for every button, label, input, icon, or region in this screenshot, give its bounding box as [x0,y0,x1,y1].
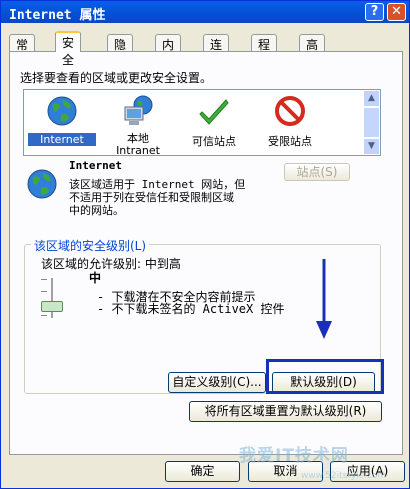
zone-title: Internet [69,159,122,172]
window-title: Internet 属性 [9,8,106,23]
annotation-arrow-icon [316,259,332,339]
selected-zone-globe-icon [27,169,57,199]
annotation-highlight-box [266,359,384,394]
watermark-logo: 我爱IT技术网 [239,446,349,466]
custom-level-button[interactable]: 自定义级别(C)... [168,372,266,393]
watermark-url: www.52itstyle.com [301,471,387,481]
title-bar: Internet 属性 ? ✕ [1,1,409,23]
zone-intranet-label: 本地 Intranet [104,133,172,157]
reset-all-zones-button[interactable]: 将所有区域重置为默认级别(R) [189,401,382,422]
zone-internet[interactable]: Internet [28,94,96,146]
tab-connections[interactable]: 连接 [203,34,230,69]
security-slider-track[interactable] [51,278,53,318]
intranet-computer-icon [124,95,153,125]
scroll-thumb[interactable] [363,107,380,138]
zone-description-line: 中的网站。 [69,204,124,217]
slider-tick [41,291,47,292]
tab-privacy[interactable]: 隐私 [107,34,134,69]
help-button[interactable]: ? [365,3,384,21]
zone-restricted-sites[interactable]: 受限站点 [256,94,324,149]
security-slider-thumb[interactable] [41,301,63,312]
zone-trusted-sites[interactable]: 可信站点 [180,94,248,149]
zone-intranet-label-line2: Intranet [116,144,160,157]
tab-general[interactable]: 常规 [9,34,36,69]
internet-properties-window: Internet 属性 ? ✕ 常规 安全 隐私 内容 连接 程序 高级 选择要… [0,0,410,489]
prohibited-icon [275,96,305,126]
instruction-text: 选择要查看的区域或更改安全设置。 [20,71,213,85]
security-level-name: 中 [89,271,102,285]
security-level-group-label: 该区域的安全级别(L) [31,237,150,254]
scroll-down-icon[interactable]: ▼ [363,138,380,155]
zone-trusted-label: 可信站点 [192,135,236,148]
zone-description-line: 不适用于列在受信任和受限制区域 [69,191,234,204]
slider-tick [41,315,47,316]
tab-advanced[interactable]: 高级 [299,34,326,69]
tab-programs[interactable]: 程序 [251,34,278,69]
zone-internet-label: Internet [28,133,96,146]
scroll-up-icon[interactable]: ▲ [363,90,380,107]
globe-icon [47,96,77,126]
zone-local-intranet[interactable]: 本地 Intranet [104,94,172,157]
zone-description: 该区域适用于 Internet 网站，但 不适用于列在受信任和受限制区域 中的网… [69,178,289,217]
slider-tick [41,279,47,280]
zone-restricted-label: 受限站点 [268,135,312,148]
green-check-icon [199,99,229,125]
allowed-level-text: 该区域的允许级别: 中到高 [41,257,181,271]
sites-button[interactable]: 站点(S) [284,163,350,181]
zone-list-scrollbar[interactable]: ▲ ▼ [363,90,380,155]
tab-content[interactable]: 内容 [155,34,182,69]
ok-button[interactable]: 确定 [165,461,240,482]
level-bullet: - 不下载未签名的 ActiveX 控件 [97,302,285,316]
close-button[interactable]: ✕ [387,3,406,21]
tab-security[interactable]: 安全 [55,31,82,67]
zone-list: Internet 本地 Intranet 可信站点 受限站点 ▲ ▼ [23,89,381,157]
zone-description-line: 该区域适用于 Internet 网站，但 [69,178,246,191]
